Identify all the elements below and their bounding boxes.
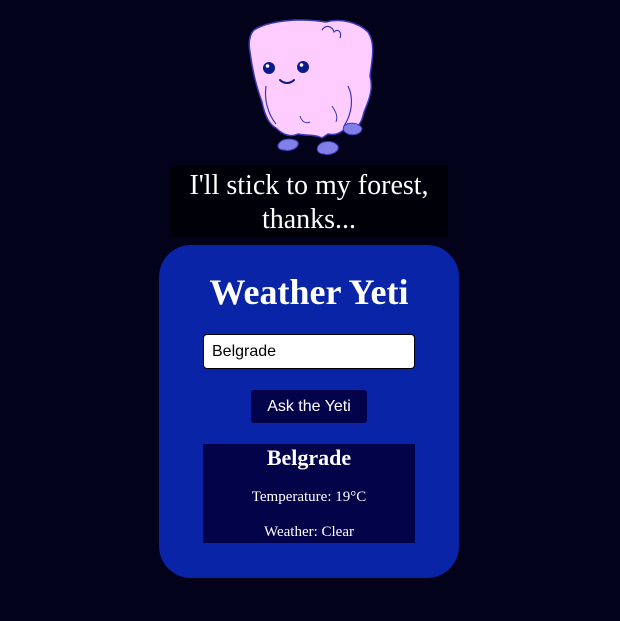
page: I'll stick to my forest, thanks... Weath… bbox=[0, 0, 620, 621]
result-temperature: Temperature: 19°C bbox=[251, 489, 367, 505]
weather-result-panel: Belgrade Temperature: 19°C Weather: Clea… bbox=[203, 444, 415, 543]
weather-card: Weather Yeti Ask the Yeti Belgrade Tempe… bbox=[159, 245, 459, 578]
yeti-mascot-icon bbox=[248, 19, 374, 155]
city-search-input[interactable] bbox=[203, 334, 415, 369]
yeti-speech-text: I'll stick to my forest, thanks... bbox=[170, 165, 448, 237]
ask-the-yeti-button[interactable]: Ask the Yeti bbox=[251, 390, 367, 423]
result-city-name: Belgrade bbox=[266, 445, 352, 470]
result-weather-condition: Weather: Clear bbox=[264, 524, 354, 540]
app-title: Weather Yeti bbox=[209, 272, 409, 312]
